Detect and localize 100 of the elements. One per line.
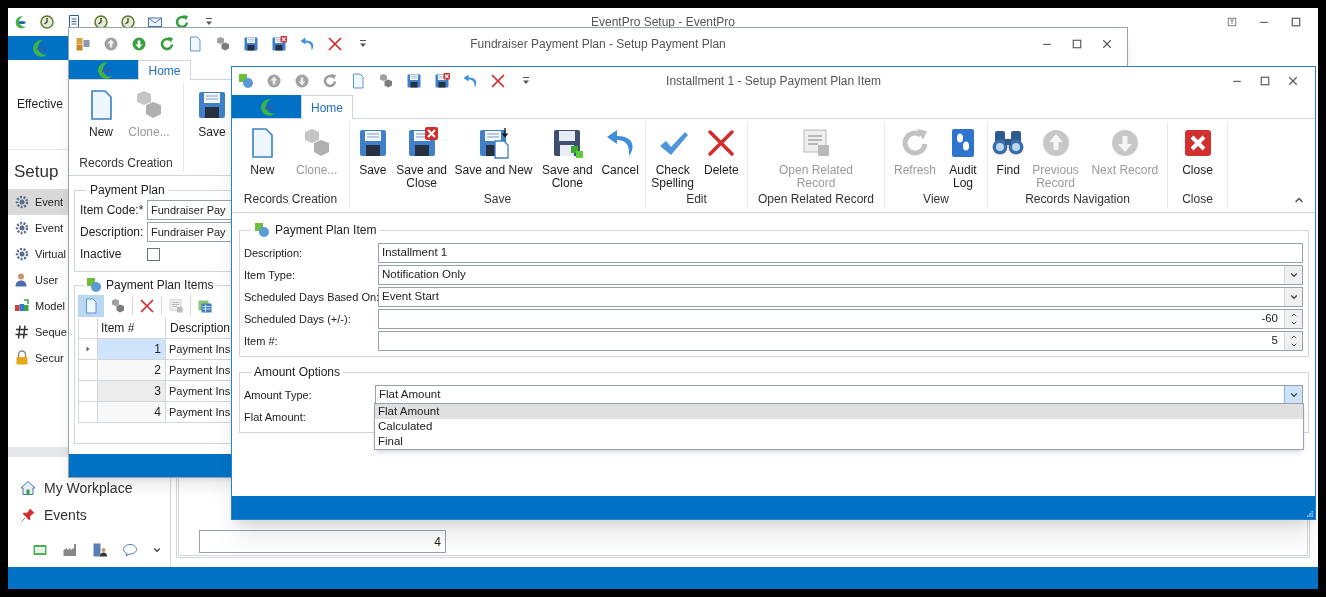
blocks-icon <box>14 298 30 314</box>
ribbon-button[interactable]: New <box>77 89 125 154</box>
field-label: Scheduled Days (+/-): <box>244 311 352 327</box>
cubes-icon[interactable] <box>110 298 126 314</box>
dropdown-arrow-button[interactable] <box>1284 386 1302 404</box>
clock-icon[interactable] <box>120 14 136 30</box>
spin-button[interactable] <box>1284 332 1302 350</box>
delete-x-icon[interactable] <box>327 36 343 52</box>
checkbox[interactable] <box>147 247 160 261</box>
field-label: Item #: <box>244 333 279 349</box>
refresh-icon[interactable] <box>174 14 190 30</box>
gear-icon <box>14 220 30 236</box>
speech-bubble-icon[interactable] <box>122 542 138 558</box>
field-label: Item Type: <box>244 267 297 283</box>
nav-item[interactable]: My Workplace <box>8 479 170 497</box>
panel-toggle-button[interactable] <box>1226 16 1238 28</box>
number-spinner-field[interactable]: 5 <box>378 331 1303 351</box>
ribbon-button[interactable]: Save and Close <box>395 127 448 190</box>
close-button[interactable] <box>1101 38 1113 50</box>
nav-item[interactable]: Events <box>8 497 170 533</box>
refresh-icon[interactable] <box>322 73 338 89</box>
ribbon-button[interactable]: Save and Clone <box>539 127 596 190</box>
delete-x-icon[interactable] <box>139 298 155 314</box>
chevron-down-icon <box>1288 292 1299 302</box>
column-header[interactable]: Item # <box>98 318 166 338</box>
maximize-button[interactable] <box>1259 75 1271 87</box>
spin-button[interactable] <box>1284 310 1302 328</box>
clock-icon[interactable] <box>93 14 109 30</box>
column-header[interactable]: Description <box>166 318 231 338</box>
dropdown-option[interactable]: Final <box>375 434 1303 449</box>
floppy-disk-x-icon[interactable] <box>434 73 450 89</box>
chevron-down-icon <box>1289 341 1298 349</box>
new-button[interactable] <box>78 295 104 317</box>
up-arrow-circle-icon[interactable] <box>266 73 282 89</box>
close-button[interactable] <box>1287 75 1299 87</box>
field-label: Flat Amount: <box>244 409 307 425</box>
ribbon-button[interactable]: Save <box>353 127 392 190</box>
grid-icon[interactable] <box>197 298 213 314</box>
group-title: Payment Plan Item <box>275 222 377 239</box>
down-arrow-circle-icon[interactable] <box>294 73 310 89</box>
ribbon-button[interactable]: Delete <box>699 127 744 190</box>
ribbon-button[interactable]: Cancel <box>599 127 642 190</box>
gear-icon <box>14 246 30 262</box>
ribbon-button[interactable]: Save and New <box>451 127 536 190</box>
floppy-disk-squares-icon <box>551 127 584 159</box>
floppy-disk-x-icon[interactable] <box>271 36 287 52</box>
group-label: Records Creation <box>78 155 174 172</box>
group-label: Close <box>1181 191 1214 208</box>
ribbon-button[interactable]: Check Spelling <box>649 127 696 190</box>
dropdown-option[interactable]: Flat Amount <box>375 404 1303 419</box>
dropdown-option[interactable]: Calculated <box>375 419 1303 434</box>
ribbon-button[interactable]: Audit Log <box>945 127 981 190</box>
cubes-icon[interactable] <box>378 73 394 89</box>
number-spinner-field[interactable]: -60 <box>378 309 1303 329</box>
chevron-down-icon[interactable] <box>152 545 162 555</box>
delete-x-icon[interactable] <box>490 73 506 89</box>
hash-icon <box>14 324 30 340</box>
factory-icon[interactable] <box>62 542 78 558</box>
maximize-button[interactable] <box>1071 38 1083 50</box>
group-label: Records Creation <box>242 191 339 208</box>
envelope-icon[interactable] <box>147 14 163 30</box>
cubes-icon[interactable] <box>215 36 231 52</box>
ribbon-tab[interactable]: Home <box>138 60 191 80</box>
ribbon-tab[interactable]: Home <box>301 95 353 119</box>
dropdown-field[interactable]: Event Start <box>378 287 1303 307</box>
dropdown-field[interactable]: Notification Only <box>378 265 1303 285</box>
up-arrow-circle-icon[interactable] <box>103 36 119 52</box>
dropdown-arrow-button[interactable] <box>1284 288 1302 306</box>
blocks-icon[interactable] <box>75 36 91 52</box>
ribbon-button[interactable]: Close <box>1175 127 1220 190</box>
ribbon-button[interactable]: New <box>240 127 285 190</box>
table-cell: 4 <box>98 402 166 422</box>
ribbon-button[interactable]: Find <box>990 127 1027 190</box>
section-heading: Setup <box>14 162 59 181</box>
new-page-icon[interactable] <box>350 73 366 89</box>
building-person-icon[interactable] <box>92 542 108 558</box>
floppy-disk-page-icon <box>477 127 510 159</box>
text-field[interactable]: Installment 1 <box>378 243 1303 263</box>
field-label: Inactive <box>80 246 123 263</box>
refresh-icon[interactable] <box>159 36 175 52</box>
dropdown-arrow-button[interactable] <box>1284 266 1302 284</box>
down-arrow-circle-icon[interactable] <box>131 36 147 52</box>
resize-grip-icon[interactable] <box>1304 508 1314 518</box>
form-icon[interactable] <box>32 542 48 558</box>
shapes-icon[interactable] <box>238 73 254 89</box>
undo-icon[interactable] <box>299 36 315 52</box>
sidebar-item[interactable]: Event <box>8 189 68 215</box>
chevron-up-icon <box>1289 311 1298 319</box>
undo-icon[interactable] <box>462 73 478 89</box>
ribbon-button[interactable]: Save <box>192 89 232 139</box>
table-cell-text: Payment Ins <box>168 383 231 399</box>
field-label: Amount Type: <box>244 387 313 403</box>
shapes-icon <box>86 277 102 293</box>
number-field[interactable]: 4 <box>199 530 446 553</box>
lock-icon <box>14 350 30 366</box>
window-title: Installment 1 - Setup Payment Plan Item <box>666 73 881 90</box>
maximize-button[interactable] <box>1290 16 1302 28</box>
table-cell-text: Payment Ins <box>168 341 231 357</box>
field-label: Effective <box>17 97 63 111</box>
clock-icon[interactable] <box>39 14 55 30</box>
